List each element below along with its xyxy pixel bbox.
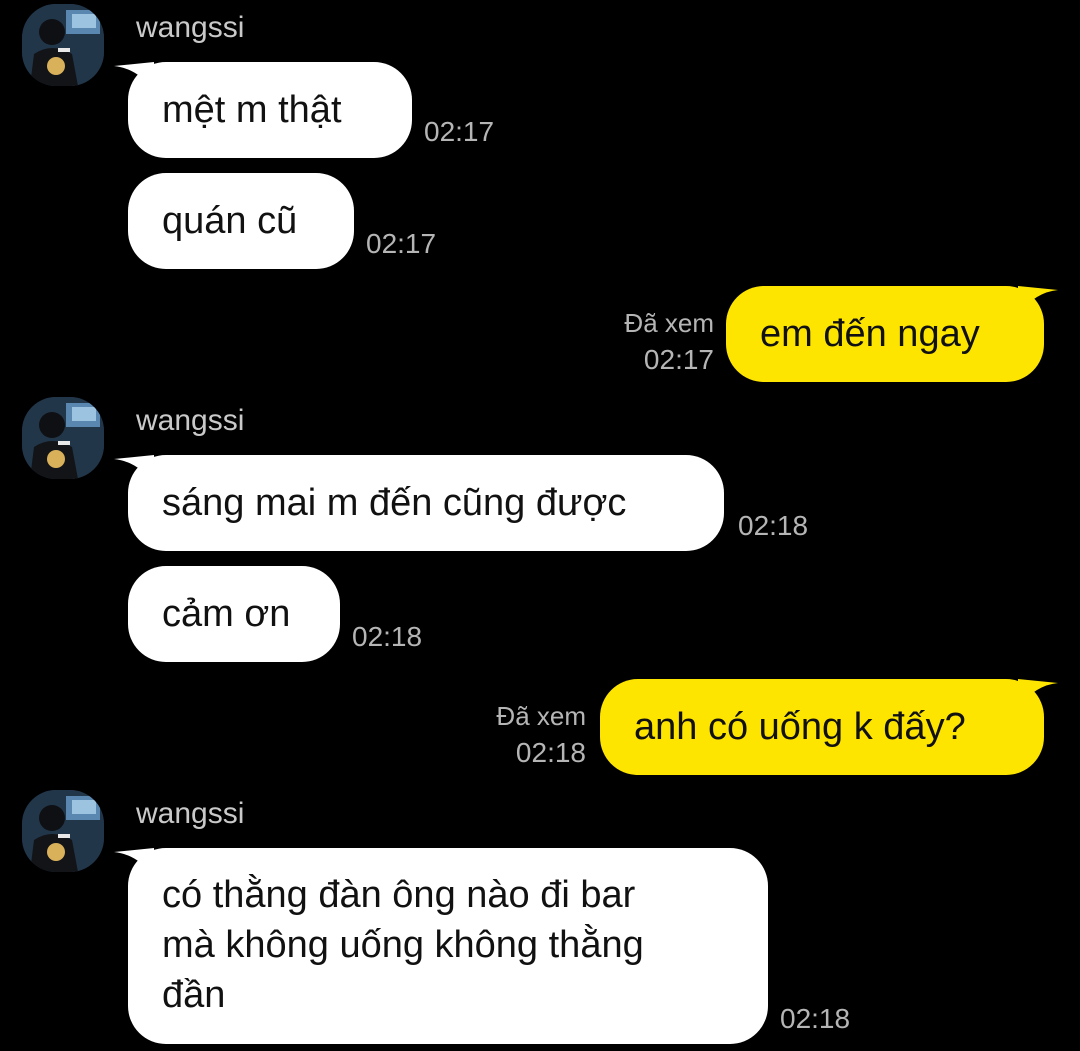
avatar[interactable]	[22, 4, 104, 86]
message-bubble[interactable]: có thằng đàn ông nào đi bar mà không uốn…	[128, 848, 768, 1044]
message-time: 02:18	[515, 737, 586, 768]
avatar-photo-icon	[22, 4, 104, 86]
message-line: đần	[162, 974, 226, 1016]
message-text: mệt m thật	[162, 89, 342, 131]
avatar[interactable]	[22, 397, 104, 479]
avatar-photo-icon	[22, 397, 104, 479]
read-receipt: Đã xem	[496, 701, 586, 731]
message-line: có thằng đàn ông nào đi bar	[162, 874, 636, 916]
message-text: sáng mai m đến cũng được	[162, 482, 627, 524]
message-time: 02:18	[738, 510, 809, 541]
message-bubble[interactable]: em đến ngay	[726, 286, 1044, 382]
avatar-photo-icon	[22, 790, 104, 872]
sender-name: wangssi	[136, 11, 245, 44]
avatar[interactable]	[22, 790, 104, 872]
message-time: 02:18	[352, 621, 423, 652]
message-time: 02:18	[780, 1003, 851, 1034]
message-time: 02:17	[643, 344, 714, 375]
sender-name: wangssi	[136, 404, 245, 437]
message-time: 02:17	[366, 228, 437, 259]
message-bubble[interactable]: quán cũ	[128, 173, 354, 269]
sender-name: wangssi	[136, 797, 245, 830]
message-text: em đến ngay	[760, 313, 980, 355]
message-bubble[interactable]: anh có uống k đấy?	[600, 679, 1044, 775]
message-text: anh có uống k đấy?	[634, 706, 966, 748]
message-meta: Đã xem 02:17	[624, 306, 714, 380]
message-line: mà không uống không thằng	[162, 924, 644, 966]
message-text: cảm ơn	[162, 593, 291, 635]
bubble-tail	[1018, 286, 1058, 314]
message-bubble[interactable]: mệt m thật	[128, 62, 412, 158]
message-bubble[interactable]: sáng mai m đến cũng được	[128, 455, 724, 551]
message-bubble[interactable]: cảm ơn	[128, 566, 340, 662]
bubble-tail	[1018, 679, 1058, 707]
read-receipt: Đã xem	[624, 308, 714, 338]
message-time: 02:17	[424, 116, 495, 147]
message-text: quán cũ	[162, 200, 298, 242]
message-meta: Đã xem 02:18	[496, 699, 586, 773]
